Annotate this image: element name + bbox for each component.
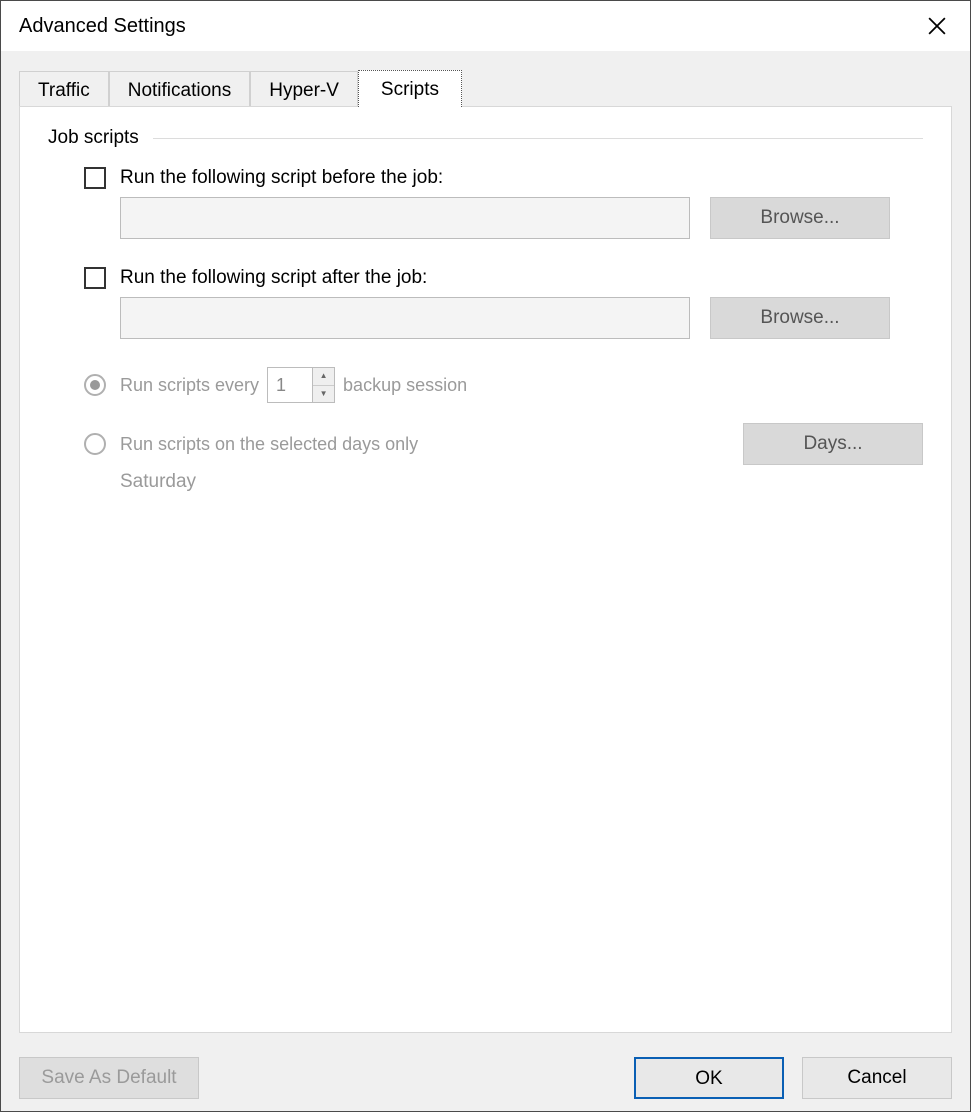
dialog-footer: Save As Default OK Cancel [1,1047,970,1111]
before-script-input-row: Browse... [120,197,923,239]
run-days-radio[interactable] [84,433,106,455]
after-browse-button[interactable]: Browse... [710,297,890,339]
spinner-up-button[interactable]: ▲ [313,368,334,386]
after-script-checkbox[interactable] [84,267,106,289]
before-script-row: Run the following script before the job: [84,167,923,189]
group-header: Job scripts [48,127,923,149]
tab-hyper-v[interactable]: Hyper-V [250,71,358,107]
content-area: Traffic Notifications Hyper-V Scripts Jo… [1,51,970,1047]
tab-notifications[interactable]: Notifications [109,71,251,107]
run-every-radio[interactable] [84,374,106,396]
run-every-prefix: Run scripts every [120,375,259,396]
run-every-suffix: backup session [343,375,467,396]
dialog-title: Advanced Settings [19,15,186,38]
before-script-checkbox[interactable] [84,167,106,189]
after-script-row: Run the following script after the job: [84,267,923,289]
tabs: Traffic Notifications Hyper-V Scripts [19,51,952,106]
run-days-label: Run scripts on the selected days only [120,434,418,454]
after-script-label: Run the following script after the job: [120,267,427,289]
save-as-default-button[interactable]: Save As Default [19,1057,199,1099]
session-count-input[interactable] [267,367,313,403]
session-spinner: ▲ ▼ [267,367,335,403]
tab-scripts[interactable]: Scripts [358,70,462,107]
before-browse-button[interactable]: Browse... [710,197,890,239]
tab-traffic[interactable]: Traffic [19,71,109,107]
run-days-row: Run scripts on the selected days only Da… [84,423,923,465]
advanced-settings-dialog: Advanced Settings Traffic Notifications … [0,0,971,1112]
scripts-panel: Job scripts Run the following script bef… [19,106,952,1033]
spinner-buttons: ▲ ▼ [313,367,335,403]
before-script-path-input[interactable] [120,197,690,239]
selected-days-text: Saturday [120,471,923,493]
group-title: Job scripts [48,127,139,149]
cancel-button[interactable]: Cancel [802,1057,952,1099]
titlebar: Advanced Settings [1,1,970,51]
group-divider [153,138,923,139]
close-button[interactable] [914,9,960,43]
spinner-down-button[interactable]: ▼ [313,386,334,403]
before-script-label: Run the following script before the job: [120,167,443,189]
after-script-input-row: Browse... [120,297,923,339]
after-script-path-input[interactable] [120,297,690,339]
close-icon [928,17,946,35]
run-every-row: Run scripts every ▲ ▼ backup session [84,367,923,403]
days-button[interactable]: Days... [743,423,923,465]
ok-button[interactable]: OK [634,1057,784,1099]
